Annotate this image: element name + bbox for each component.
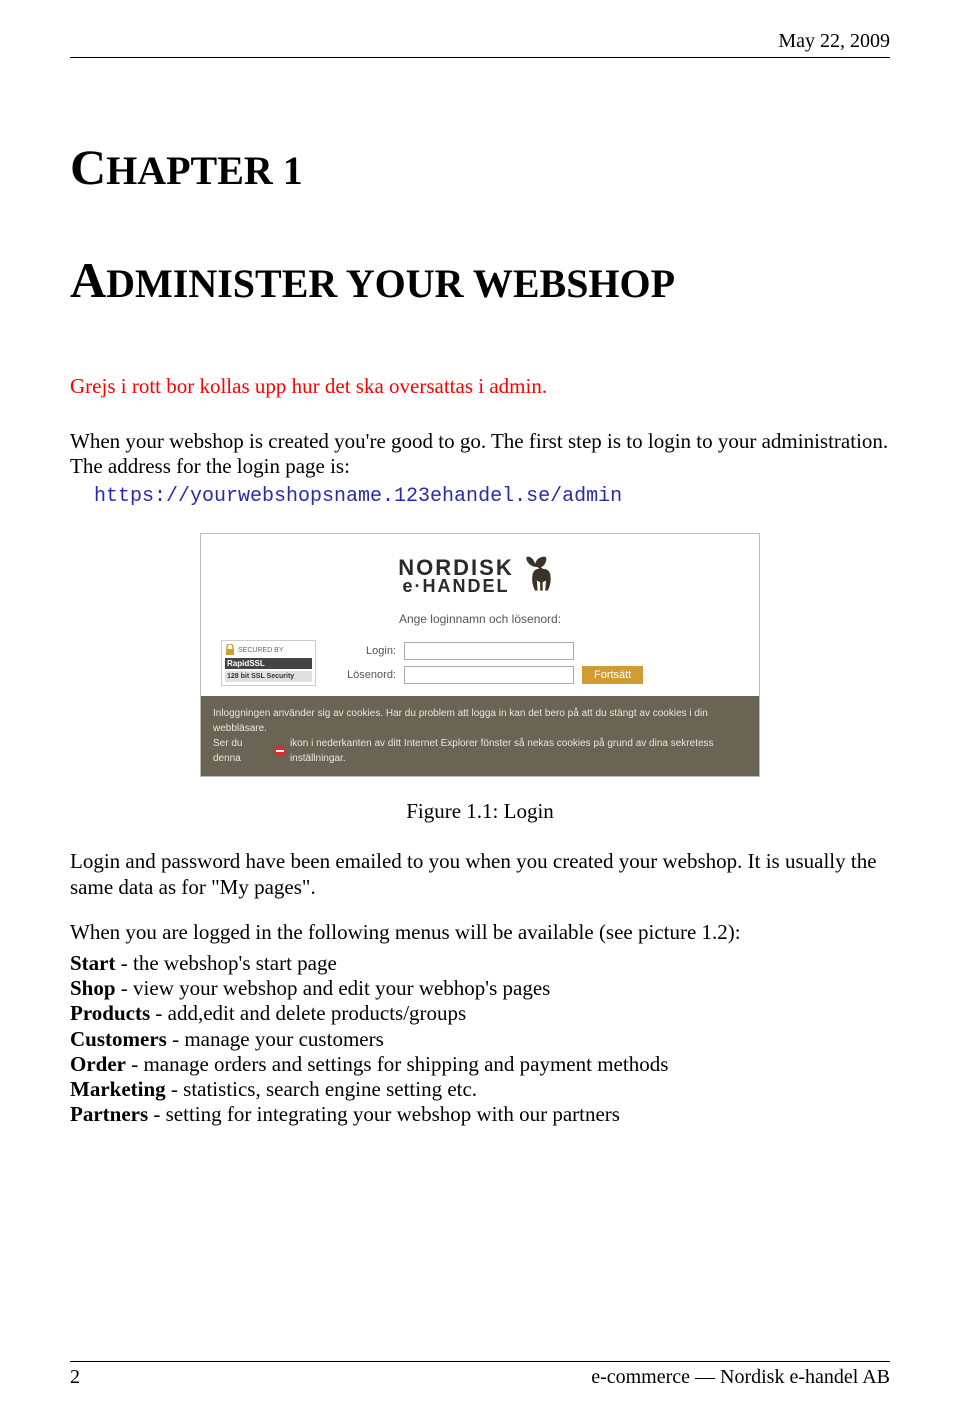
ssl-badge: SECURED BY RapidSSL 128 bit SSL Security — [221, 640, 316, 686]
password-label: Lösenord: — [326, 669, 396, 681]
login-figure: NORDISK e·HANDEL Ange loginnamn och löse… — [70, 533, 890, 824]
paragraph-menus-intro: When you are logged in the following men… — [70, 920, 890, 945]
desc-marketing: - statistics, search engine setting etc. — [166, 1077, 477, 1101]
login-subtitle: Ange loginnamn och lösenord: — [399, 612, 561, 626]
term-partners: Partners — [70, 1102, 148, 1126]
login-url: https://yourwebshopsname.123ehandel.se/a… — [70, 485, 890, 508]
list-item: Start - the webshop's start page — [70, 951, 890, 976]
chapter-title: ADMINISTER YOUR WEBSHOP — [70, 251, 890, 309]
intro-paragraph: When your webshop is created you're good… — [70, 429, 890, 479]
no-entry-icon — [274, 745, 286, 757]
header-divider — [70, 57, 890, 58]
list-item: Order - manage orders and settings for s… — [70, 1052, 890, 1077]
desc-start: - the webshop's start page — [116, 951, 337, 975]
list-item: Partners - setting for integrating your … — [70, 1102, 890, 1127]
chapter-title-initial: A — [70, 252, 106, 308]
continue-button[interactable]: Fortsätt — [582, 666, 643, 684]
cookie-notice-line1: Inloggningen använder sig av cookies. Ha… — [213, 706, 747, 736]
chapter-label: CHAPTER 1 — [70, 138, 890, 196]
translator-note: Grejs i rott bor kollas upp hur det ska … — [70, 374, 890, 399]
ssl-brand: RapidSSL — [225, 658, 312, 669]
term-marketing: Marketing — [70, 1077, 166, 1101]
page-number: 2 — [70, 1366, 80, 1389]
term-products: Products — [70, 1001, 150, 1025]
chapter-title-rest: DMINISTER YOUR WEBSHOP — [106, 261, 675, 306]
footer-divider — [70, 1361, 890, 1362]
term-start: Start — [70, 951, 116, 975]
password-input[interactable] — [404, 666, 574, 684]
lock-icon — [225, 644, 235, 656]
desc-order: - manage orders and settings for shippin… — [126, 1052, 668, 1076]
menu-definition-list: Start - the webshop's start page Shop - … — [70, 951, 890, 1127]
figure-caption: Figure 1.1: Login — [406, 799, 554, 824]
cookie-notice-line2b: ikon i nederkanten av ditt Internet Expl… — [290, 736, 747, 766]
term-order: Order — [70, 1052, 126, 1076]
list-item: Shop - view your webshop and edit your w… — [70, 976, 890, 1001]
term-customers: Customers — [70, 1027, 167, 1051]
term-shop: Shop — [70, 976, 116, 1000]
moose-icon — [520, 552, 562, 594]
login-form-area: SECURED BY RapidSSL 128 bit SSL Security… — [221, 640, 739, 686]
list-item: Customers - manage your customers — [70, 1027, 890, 1052]
list-item: Products - add,edit and delete products/… — [70, 1001, 890, 1026]
login-box: NORDISK e·HANDEL Ange loginnamn och löse… — [200, 533, 760, 777]
cookie-notice: Inloggningen använder sig av cookies. Ha… — [201, 696, 759, 776]
login-input[interactable] — [404, 642, 574, 660]
chapter-label-initial: C — [70, 139, 106, 195]
footer-brand: e-commerce — Nordisk e-handel AB — [591, 1366, 890, 1389]
brand-logo: NORDISK e·HANDEL — [398, 552, 561, 594]
header-date: May 22, 2009 — [70, 30, 890, 57]
desc-products: - add,edit and delete products/groups — [150, 1001, 466, 1025]
paragraph-login-info: Login and password have been emailed to … — [70, 849, 890, 899]
desc-partners: - setting for integrating your webshop w… — [148, 1102, 620, 1126]
ssl-secured-by: SECURED BY — [238, 647, 284, 654]
page-footer: 2 e-commerce — Nordisk e-handel AB — [70, 1361, 890, 1389]
cookie-notice-line2a: Ser du denna — [213, 736, 270, 766]
logo-line2: e·HANDEL — [402, 578, 509, 594]
ssl-bits: 128 bit SSL Security — [225, 671, 312, 682]
desc-shop: - view your webshop and edit your webhop… — [116, 976, 551, 1000]
login-label: Login: — [326, 645, 396, 657]
chapter-label-rest: HAPTER 1 — [106, 148, 303, 193]
list-item: Marketing - statistics, search engine se… — [70, 1077, 890, 1102]
desc-customers: - manage your customers — [167, 1027, 384, 1051]
